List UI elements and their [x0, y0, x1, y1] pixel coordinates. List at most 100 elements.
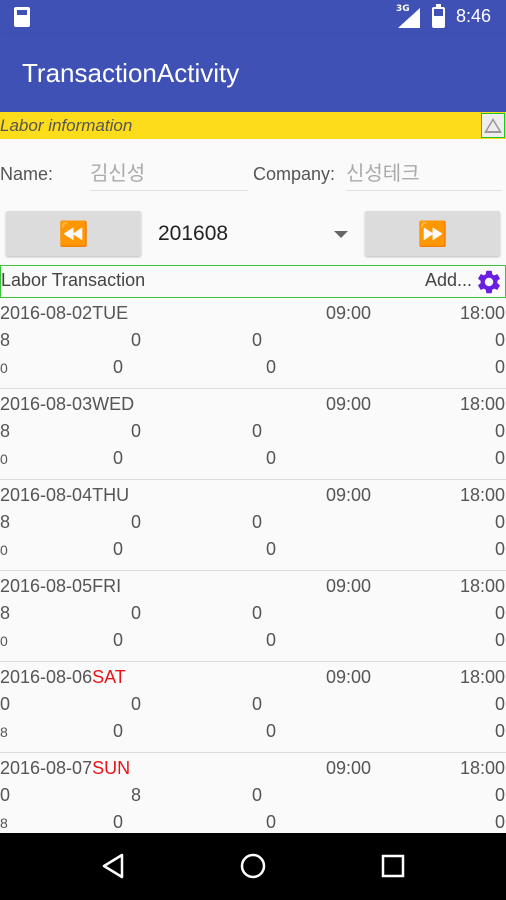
row-value: 0	[131, 421, 142, 441]
row-value: 0	[0, 785, 11, 805]
row-value: 0	[113, 357, 124, 377]
transaction-row[interactable]: 2016-08-04THU 09:00 18:00 8 0 0 0 0 0 0 …	[0, 480, 506, 571]
row-dow: SUN	[92, 758, 131, 778]
back-icon[interactable]	[98, 851, 128, 881]
fast-forward-icon: ⏩	[417, 219, 448, 248]
transaction-row[interactable]: 2016-08-03WED 09:00 18:00 8 0 0 0 0 0 0 …	[0, 389, 506, 480]
row-value: 0	[266, 357, 277, 377]
row-end-time: 18:00	[459, 667, 505, 687]
next-month-button[interactable]: ⏩	[365, 211, 500, 256]
row-value: 0	[266, 812, 277, 832]
row-value: 0	[252, 421, 263, 441]
labor-transaction-label: Labor Transaction	[1, 270, 146, 290]
triangle-up-icon	[484, 118, 502, 133]
row-value: 0	[0, 360, 8, 376]
status-time: 8:46	[456, 6, 492, 26]
row-start-time: 09:00	[326, 303, 372, 323]
row-value: 0	[494, 330, 505, 350]
labor-transaction-header: Labor Transaction Add...	[0, 265, 506, 298]
row-value: 0	[266, 630, 277, 650]
row-value: 0	[494, 448, 505, 468]
name-field[interactable]	[90, 153, 248, 191]
row-end-time: 18:00	[459, 394, 505, 414]
row-value: 0	[252, 785, 263, 805]
row-date: 2016-08-03WED	[0, 394, 135, 414]
row-value: 8	[0, 421, 11, 441]
row-value: 8	[0, 724, 8, 740]
month-select[interactable]: 201608	[150, 213, 356, 255]
row-date: 2016-08-07SUN	[0, 758, 131, 778]
company-field[interactable]	[346, 153, 502, 191]
recents-icon[interactable]	[378, 851, 408, 881]
row-value: 0	[494, 357, 505, 377]
row-date: 2016-08-05FRI	[0, 576, 122, 596]
row-value: 0	[494, 512, 505, 532]
row-value: 0	[0, 451, 8, 467]
row-dow: FRI	[92, 576, 122, 596]
row-value: 0	[131, 512, 142, 532]
row-date: 2016-08-02TUE	[0, 303, 129, 323]
row-value: 0	[252, 603, 263, 623]
row-value: 0	[252, 694, 263, 714]
row-value: 0	[252, 512, 263, 532]
row-date: 2016-08-04THU	[0, 485, 130, 505]
name-label: Name:	[0, 164, 54, 184]
row-value: 0	[131, 603, 142, 623]
transaction-list[interactable]: 2016-08-02TUE 09:00 18:00 8 0 0 0 0 0 0 …	[0, 298, 506, 833]
transaction-row[interactable]: 2016-08-05FRI 09:00 18:00 8 0 0 0 0 0 0 …	[0, 571, 506, 662]
row-value: 0	[494, 785, 505, 805]
row-value: 8	[0, 603, 11, 623]
row-start-time: 09:00	[326, 758, 372, 778]
row-end-time: 18:00	[459, 485, 505, 505]
labor-info-label: Labor information	[0, 116, 133, 135]
row-value: 0	[494, 603, 505, 623]
app-bar: TransactionActivity	[0, 34, 506, 112]
row-value: 8	[131, 785, 142, 805]
row-value: 0	[0, 542, 8, 558]
battery-charging-icon	[432, 4, 445, 28]
row-value: 0	[113, 448, 124, 468]
row-start-time: 09:00	[326, 667, 372, 687]
transaction-row[interactable]: 2016-08-02TUE 09:00 18:00 8 0 0 0 0 0 0 …	[0, 298, 506, 389]
row-value: 8	[0, 512, 11, 532]
row-value: 0	[113, 812, 124, 832]
row-value: 0	[494, 539, 505, 559]
row-value: 0	[113, 630, 124, 650]
labor-info-section-bar: Labor information	[0, 112, 506, 139]
row-dow: THU	[92, 485, 130, 505]
row-value: 0	[131, 694, 142, 714]
prev-month-button[interactable]: ⏪	[6, 211, 141, 256]
company-label: Company:	[253, 164, 336, 184]
collapse-button[interactable]	[481, 113, 505, 138]
row-value: 0	[494, 694, 505, 714]
transaction-row[interactable]: 2016-08-07SUN 09:00 18:00 0 8 0 0 8 0 0 …	[0, 753, 506, 833]
row-value: 0	[494, 421, 505, 441]
row-value: 0	[0, 694, 11, 714]
row-value: 0	[494, 721, 505, 741]
row-start-time: 09:00	[326, 394, 372, 414]
row-dow: WED	[92, 394, 135, 414]
row-value: 0	[266, 539, 277, 559]
row-value: 0	[113, 721, 124, 741]
home-icon[interactable]	[238, 851, 268, 881]
row-start-time: 09:00	[326, 576, 372, 596]
row-end-time: 18:00	[459, 576, 505, 596]
gear-icon[interactable]	[475, 268, 503, 296]
row-start-time: 09:00	[326, 485, 372, 505]
sd-card-icon	[14, 7, 30, 27]
add-link[interactable]: Add...	[425, 270, 472, 291]
month-value: 201608	[158, 222, 229, 245]
row-end-time: 18:00	[459, 303, 505, 323]
row-value: 0	[0, 633, 8, 649]
row-end-time: 18:00	[459, 758, 505, 778]
row-date: 2016-08-06SAT	[0, 667, 126, 687]
row-value: 0	[113, 539, 124, 559]
row-value: 0	[131, 330, 142, 350]
app-title: TransactionActivity	[22, 58, 240, 88]
rewind-icon: ⏪	[58, 219, 89, 248]
row-value: 8	[0, 815, 8, 831]
row-value: 0	[266, 721, 277, 741]
row-value: 8	[0, 330, 11, 350]
network-type: 3G	[396, 4, 410, 14]
transaction-row[interactable]: 2016-08-06SAT 09:00 18:00 0 0 0 0 8 0 0 …	[0, 662, 506, 753]
